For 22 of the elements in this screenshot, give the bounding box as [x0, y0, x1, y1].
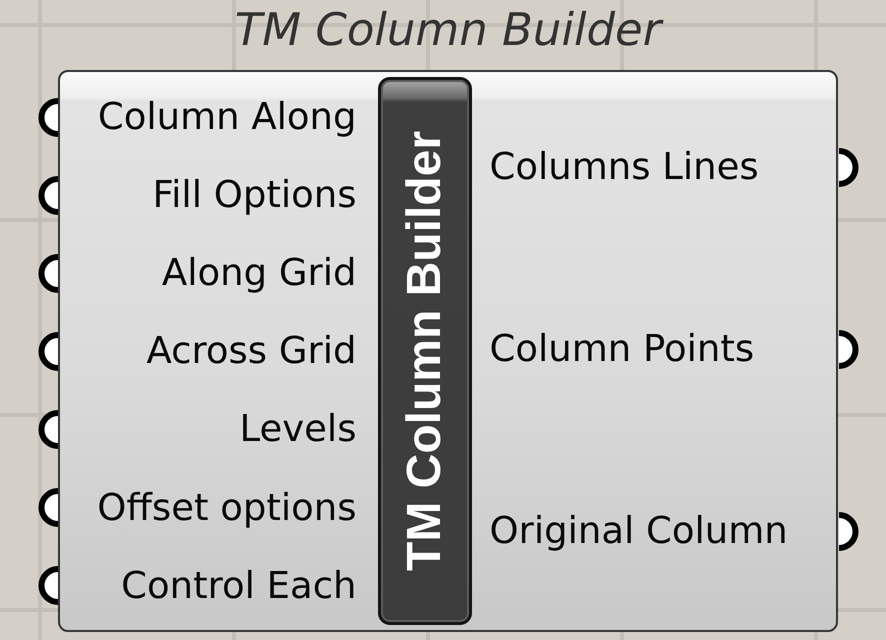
input-grip-icon[interactable] [38, 566, 58, 606]
input-label: Fill Options [152, 174, 356, 216]
input-grip-icon[interactable] [38, 176, 58, 215]
input-grip-icon[interactable] [38, 254, 58, 293]
input-label: Control Each [121, 564, 356, 608]
input-grip-icon[interactable] [38, 332, 58, 371]
output-label: Original Column [490, 510, 788, 552]
input-label: Across Grid [146, 330, 356, 373]
input-label: Column Along [98, 96, 356, 138]
output-grip-icon[interactable] [838, 330, 858, 368]
input-grip-icon[interactable] [38, 488, 58, 528]
output-grip-icon[interactable] [838, 148, 858, 186]
component-name: TM Column Builder [400, 130, 448, 570]
input-grip-icon[interactable] [38, 410, 58, 450]
output-grip-icon[interactable] [838, 512, 858, 550]
input-label: Levels [240, 408, 356, 451]
output-label: Column Points [490, 328, 754, 370]
input-grip-icon[interactable] [38, 98, 58, 137]
input-label: Offset options [97, 486, 356, 530]
component-title: TM Column Builder [234, 2, 662, 58]
output-label: Columns Lines [490, 146, 759, 188]
input-label: Along Grid [162, 252, 356, 295]
